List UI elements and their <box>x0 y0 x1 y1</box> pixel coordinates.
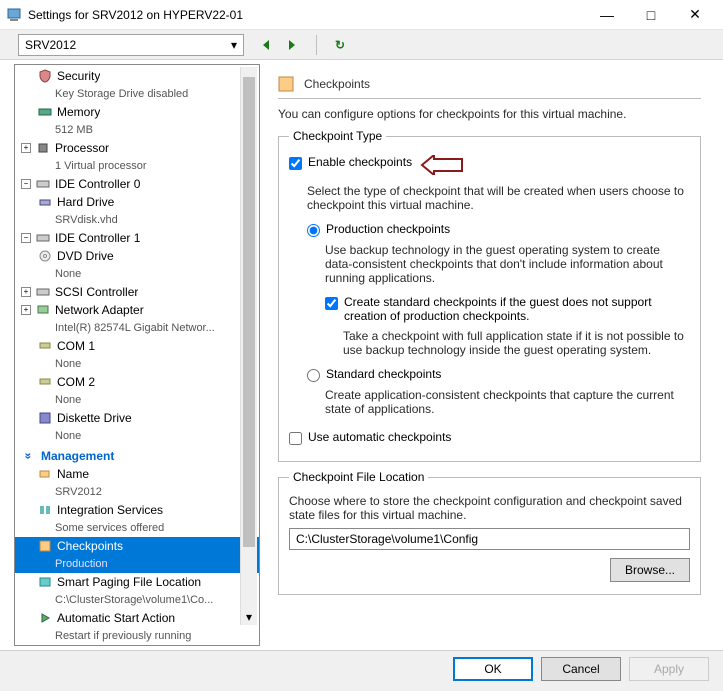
maximize-button[interactable]: □ <box>629 1 673 29</box>
footer: OK Cancel Apply <box>0 650 723 691</box>
expand-icon[interactable]: + <box>21 143 31 153</box>
auto-checkpoints-label: Use automatic checkpoints <box>308 430 451 444</box>
app-icon <box>6 7 22 23</box>
ok-button[interactable]: OK <box>453 657 533 681</box>
sidebar-item-auto-start[interactable]: Automatic Start Action <box>15 609 259 627</box>
standard-radio[interactable] <box>307 369 320 382</box>
shield-icon <box>37 68 53 84</box>
sidebar-item-scsi[interactable]: +SCSI Controller <box>15 283 259 301</box>
nav-back-button[interactable] <box>258 36 276 54</box>
sidebar-item-auto-stop[interactable]: Automatic Stop Action <box>15 645 259 646</box>
cancel-button[interactable]: Cancel <box>541 657 621 681</box>
sidebar-item-dvd[interactable]: DVD Drive <box>15 247 259 265</box>
toolbar-divider <box>316 35 317 55</box>
sidebar-item-memory[interactable]: Memory <box>15 103 259 121</box>
chevron-down-icon: ▾ <box>231 38 237 52</box>
sidebar-item-checkpoints[interactable]: Checkpoints <box>15 537 259 555</box>
controller-icon <box>35 284 51 300</box>
checkpoint-type-group: Checkpoint Type Enable checkpoints Selec… <box>278 129 701 462</box>
reload-button[interactable]: ↻ <box>331 36 349 54</box>
sidebar-item-diskette[interactable]: Diskette Drive <box>15 409 259 427</box>
collapse-icon[interactable]: − <box>21 233 31 243</box>
sidebar-item-com1[interactable]: COM 1 <box>15 337 259 355</box>
location-desc: Choose where to store the checkpoint con… <box>289 494 690 522</box>
browse-button[interactable]: Browse... <box>610 558 690 582</box>
collapse-icon[interactable]: − <box>21 179 31 189</box>
checkpoint-location-legend: Checkpoint File Location <box>289 470 428 484</box>
select-type-text: Select the type of checkpoint that will … <box>307 184 690 212</box>
callout-arrow-icon <box>420 155 464 178</box>
fallback-label: Create standard checkpoints if the guest… <box>344 295 690 323</box>
toolbar: SRV2012 ▾ ↻ <box>0 30 723 60</box>
sidebar-item-integration[interactable]: Integration Services <box>15 501 259 519</box>
controller-icon <box>35 176 51 192</box>
sidebar-item-name[interactable]: Name <box>15 465 259 483</box>
start-icon <box>37 610 53 626</box>
auto-checkpoints-checkbox[interactable] <box>289 432 302 445</box>
paging-icon <box>37 574 53 590</box>
titlebar: Settings for SRV2012 on HYPERV22-01 — □ … <box>0 0 723 30</box>
content-pane: Checkpoints You can configure options fo… <box>268 64 711 646</box>
sidebar: Security Key Storage Drive disabled Memo… <box>14 64 260 646</box>
management-section-header: Management <box>15 445 259 465</box>
checkpoints-icon <box>37 538 53 554</box>
com-port-icon <box>37 338 53 354</box>
harddrive-icon <box>37 194 53 210</box>
checkpoints-icon <box>278 76 294 92</box>
sidebar-item-network[interactable]: +Network Adapter <box>15 301 259 319</box>
tag-icon <box>37 466 53 482</box>
vm-selector[interactable]: SRV2012 ▾ <box>18 34 244 56</box>
enable-checkpoints-checkbox[interactable] <box>289 157 302 170</box>
location-path-input[interactable] <box>289 528 690 550</box>
network-icon <box>35 302 51 318</box>
sidebar-item-ide1[interactable]: −IDE Controller 1 <box>15 229 259 247</box>
sidebar-item-security[interactable]: Security <box>15 67 259 85</box>
standard-label: Standard checkpoints <box>326 367 441 381</box>
vm-selector-value: SRV2012 <box>25 38 76 52</box>
standard-desc: Create application-consistent checkpoint… <box>325 388 690 416</box>
fallback-checkbox[interactable] <box>325 297 338 310</box>
enable-checkpoints-label: Enable checkpoints <box>308 155 412 169</box>
sidebar-scrollbar[interactable]: ▾ <box>240 67 257 625</box>
fallback-desc: Take a checkpoint with full application … <box>343 329 690 357</box>
cpu-icon <box>35 140 51 156</box>
production-desc: Use backup technology in the guest opera… <box>325 243 690 285</box>
sidebar-item-harddrive[interactable]: Hard Drive <box>15 193 259 211</box>
nav-forward-button[interactable] <box>284 36 302 54</box>
sidebar-item-com2[interactable]: COM 2 <box>15 373 259 391</box>
sidebar-item-ide0[interactable]: −IDE Controller 0 <box>15 175 259 193</box>
apply-button[interactable]: Apply <box>629 657 709 681</box>
close-button[interactable]: ✕ <box>673 1 717 29</box>
dvd-icon <box>37 248 53 264</box>
window-title: Settings for SRV2012 on HYPERV22-01 <box>28 8 585 22</box>
production-label: Production checkpoints <box>326 222 450 236</box>
sidebar-item-processor[interactable]: +Processor <box>15 139 259 157</box>
memory-icon <box>37 104 53 120</box>
integration-icon <box>37 502 53 518</box>
diskette-icon <box>37 410 53 426</box>
controller-icon <box>35 230 51 246</box>
minimize-button[interactable]: — <box>585 1 629 29</box>
sidebar-item-paging[interactable]: Smart Paging File Location <box>15 573 259 591</box>
checkpoint-location-group: Checkpoint File Location Choose where to… <box>278 470 701 595</box>
expand-icon[interactable]: + <box>21 305 31 315</box>
com-port-icon <box>37 374 53 390</box>
expand-icon[interactable]: + <box>21 287 31 297</box>
intro-text: You can configure options for checkpoint… <box>278 107 701 121</box>
content-title: Checkpoints <box>304 77 370 91</box>
checkpoint-type-legend: Checkpoint Type <box>289 129 386 143</box>
production-radio[interactable] <box>307 224 320 237</box>
